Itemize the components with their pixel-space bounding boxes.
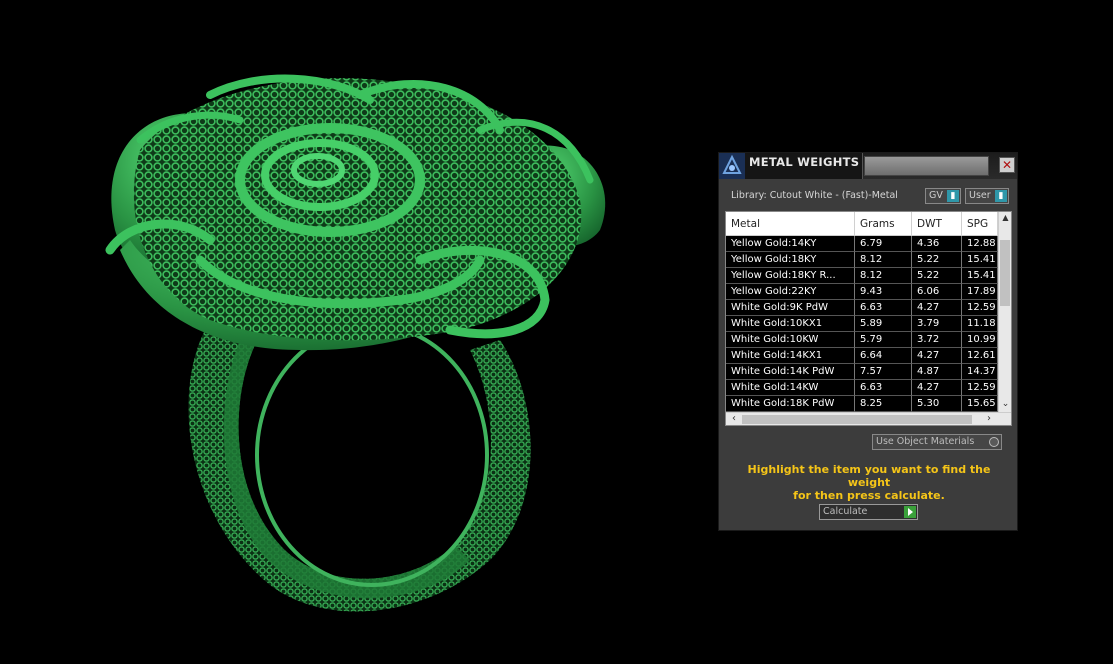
table-row[interactable]: White Gold:10KX1 5.89 3.79 11.18 — [726, 316, 998, 332]
metal-cell: White Gold:9K PdW — [726, 300, 855, 316]
table-row[interactable]: White Gold:18K PdW 8.25 5.30 15.65 — [726, 396, 998, 412]
scroll-left-icon[interactable]: ‹ — [728, 413, 740, 425]
metal-cell: White Gold:14KX1 — [726, 348, 855, 364]
use-object-materials-option[interactable]: Use Object Materials — [872, 434, 1002, 450]
instruction-text: Highlight the item you want to find the … — [729, 463, 1009, 502]
instruction-line-2: for then press calculate. — [793, 489, 945, 502]
spg-cell: 12.59 — [962, 380, 998, 396]
table-row[interactable]: White Gold:14KW 6.63 4.27 12.59 — [726, 380, 998, 396]
spg-cell: 12.59 — [962, 300, 998, 316]
grams-cell: 8.12 — [855, 252, 912, 268]
dwt-cell: 3.72 — [912, 332, 962, 348]
titlebar-strip — [864, 156, 989, 176]
grams-cell: 6.64 — [855, 348, 912, 364]
table-body: Yellow Gold:14KY 6.79 4.36 12.88 Yellow Gold… — [726, 236, 998, 412]
dwt-cell: 6.06 — [912, 284, 962, 300]
radio-icon — [989, 437, 999, 447]
spg-cell: 12.61 — [962, 348, 998, 364]
metal-cell: Yellow Gold:22KY — [726, 284, 855, 300]
dwt-cell: 5.22 — [912, 252, 962, 268]
grams-cell: 5.79 — [855, 332, 912, 348]
spg-cell: 12.88 — [962, 236, 998, 252]
grams-cell: 5.89 — [855, 316, 912, 332]
dialog-title: METAL WEIGHTS — [749, 155, 860, 169]
dwt-cell: 4.87 — [912, 364, 962, 380]
grams-cell: 6.63 — [855, 300, 912, 316]
play-icon — [904, 506, 916, 518]
grams-cell: 7.57 — [855, 364, 912, 380]
table-row[interactable]: White Gold:14KX1 6.64 4.27 12.61 — [726, 348, 998, 364]
spg-cell: 15.65 — [962, 396, 998, 412]
dwt-cell: 4.36 — [912, 236, 962, 252]
user-toggle-knob: ▮ — [995, 190, 1007, 202]
grams-cell: 8.25 — [855, 396, 912, 412]
spg-cell: 17.89 — [962, 284, 998, 300]
user-toggle-label: User — [969, 190, 991, 201]
dialog-titlebar[interactable]: METAL WEIGHTS ✕ — [719, 153, 1017, 179]
metal-cell: White Gold:10KX1 — [726, 316, 855, 332]
spg-cell: 10.99 — [962, 332, 998, 348]
table-row[interactable]: Yellow Gold:18KY 8.12 5.22 15.41 — [726, 252, 998, 268]
column-header-spg[interactable]: SPG — [962, 212, 998, 236]
gv-toggle-label: GV — [929, 190, 943, 201]
vertical-scrollbar[interactable]: ▲ ⌄ — [998, 212, 1011, 412]
spg-cell: 11.18 — [962, 316, 998, 332]
scroll-right-icon[interactable]: › — [983, 413, 995, 425]
user-toggle[interactable]: User ▮ — [965, 188, 1009, 204]
close-icon: ✕ — [1001, 158, 1013, 172]
spg-cell: 14.37 — [962, 364, 998, 380]
metal-cell: White Gold:18K PdW — [726, 396, 855, 412]
table-row[interactable]: White Gold:14K PdW 7.57 4.87 14.37 — [726, 364, 998, 380]
metal-table: Metal Grams DWT SPG Yellow Gold:14KY 6.79… — [725, 211, 1012, 426]
scroll-down-icon[interactable]: ⌄ — [999, 398, 1011, 410]
horizontal-scrollbar[interactable]: ‹ › — [726, 412, 1011, 425]
grams-cell: 8.12 — [855, 268, 912, 284]
spg-cell: 15.41 — [962, 252, 998, 268]
grams-cell: 9.43 — [855, 284, 912, 300]
instruction-line-1: Highlight the item you want to find the … — [747, 463, 991, 489]
table-row[interactable]: White Gold:9K PdW 6.63 4.27 12.59 — [726, 300, 998, 316]
dwt-cell: 3.79 — [912, 316, 962, 332]
metal-cell: White Gold:14K PdW — [726, 364, 855, 380]
calculate-label: Calculate — [823, 506, 868, 517]
grams-cell: 6.79 — [855, 236, 912, 252]
grams-cell: 6.63 — [855, 380, 912, 396]
vertical-scroll-thumb[interactable] — [1000, 240, 1010, 306]
spg-cell: 15.41 — [962, 268, 998, 284]
table-row[interactable]: Yellow Gold:22KY 9.43 6.06 17.89 — [726, 284, 998, 300]
column-header-dwt[interactable]: DWT — [912, 212, 962, 236]
calculate-button[interactable]: Calculate — [819, 504, 918, 520]
library-label: Library: Cutout White - (Fast)-Metal — [731, 190, 898, 201]
scroll-up-icon[interactable]: ▲ — [999, 212, 1011, 224]
metal-weights-dialog: METAL WEIGHTS ✕ Library: Cutout White - … — [718, 152, 1018, 531]
close-button[interactable]: ✕ — [999, 157, 1015, 173]
metal-cell: Yellow Gold:18KY R... — [726, 268, 855, 284]
table-row[interactable]: White Gold:10KW 5.79 3.72 10.99 — [726, 332, 998, 348]
column-header-metal[interactable]: Metal — [726, 212, 855, 236]
app-logo-icon — [719, 153, 745, 179]
dwt-cell: 5.22 — [912, 268, 962, 284]
metal-cell: Yellow Gold:18KY — [726, 252, 855, 268]
dialog-title-tab: METAL WEIGHTS — [745, 153, 863, 179]
dwt-cell: 4.27 — [912, 300, 962, 316]
metal-cell: White Gold:14KW — [726, 380, 855, 396]
dwt-cell: 5.30 — [912, 396, 962, 412]
gv-toggle-knob: ▮ — [947, 190, 959, 202]
dwt-cell: 4.27 — [912, 348, 962, 364]
horizontal-scroll-thumb[interactable] — [742, 415, 972, 424]
metal-cell: White Gold:10KW — [726, 332, 855, 348]
table-row[interactable]: Yellow Gold:14KY 6.79 4.36 12.88 — [726, 236, 998, 252]
gv-toggle[interactable]: GV ▮ — [925, 188, 961, 204]
table-row[interactable]: Yellow Gold:18KY R... 8.12 5.22 15.41 — [726, 268, 998, 284]
use-object-materials-label: Use Object Materials — [876, 436, 975, 447]
table-header: Metal Grams DWT SPG — [726, 212, 998, 236]
column-header-grams[interactable]: Grams — [855, 212, 912, 236]
metal-cell: Yellow Gold:14KY — [726, 236, 855, 252]
dwt-cell: 4.27 — [912, 380, 962, 396]
